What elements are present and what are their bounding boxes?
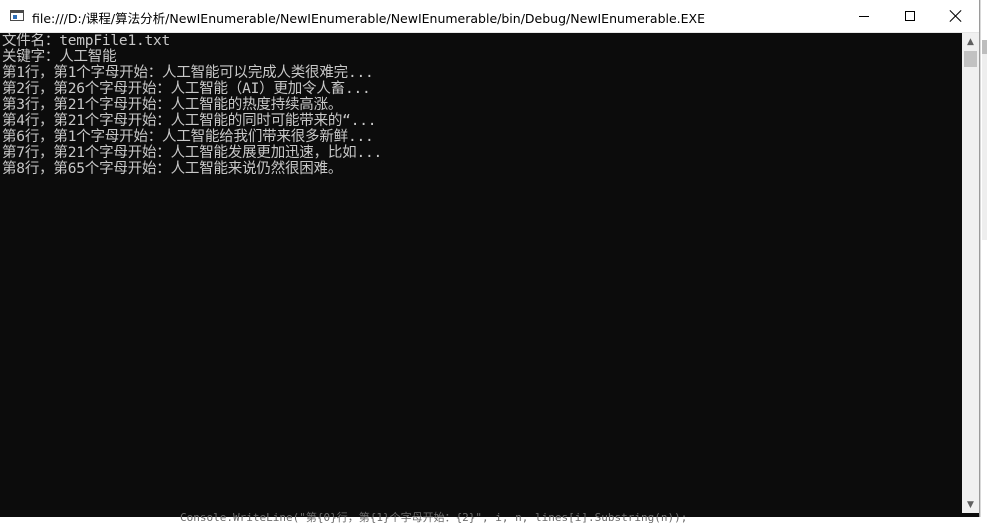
scroll-up-arrow-icon[interactable]: ▲ — [962, 33, 979, 50]
minimize-button[interactable] — [841, 0, 887, 32]
minimize-icon — [859, 15, 869, 17]
console-line-match: 第7行，第21个字母开始：人工智能发展更加迅速，比如... — [2, 145, 383, 161]
console-line-match: 第1行，第1个字母开始：人工智能可以完成人类很难完... — [2, 65, 374, 81]
console-output[interactable]: 文件名：tempFile1.txt 关键字：人工智能 第1行，第1个字母开始：人… — [2, 33, 962, 513]
scrollbar-thumb[interactable] — [964, 51, 977, 67]
console-line-keyword: 关键字：人工智能 — [2, 49, 117, 65]
console-line-match: 第2行，第26个字母开始：人工智能（AI）更加令人畜... — [2, 81, 371, 97]
close-button[interactable] — [933, 0, 979, 32]
console-line-match: 第4行，第21个字母开始：人工智能的同时可能带来的“... — [2, 113, 377, 129]
background-editor-code: Console.WriteLine("第{0}行，第{1}个字母开始：{2}",… — [180, 511, 688, 524]
maximize-icon — [905, 11, 915, 21]
scroll-down-arrow-icon[interactable]: ▼ — [962, 496, 979, 513]
console-window: file:///D:/课程/算法分析/NewIEnumerable/NewIEn… — [0, 0, 979, 517]
console-app-icon[interactable] — [10, 10, 24, 21]
background-editor-edge — [982, 40, 987, 240]
console-line-match: 第6行，第1个字母开始：人工智能给我们带来很多新鲜... — [2, 129, 374, 145]
window-title: file:///D:/课程/算法分析/NewIEnumerable/NewIEn… — [32, 11, 706, 26]
close-icon — [950, 10, 962, 22]
vertical-scrollbar[interactable]: ▲ ▼ — [962, 33, 979, 513]
console-line-filename: 文件名：tempFile1.txt — [2, 33, 171, 49]
console-line-match: 第8行，第65个字母开始：人工智能来说仍然很困难。 — [2, 161, 343, 177]
background-editor-scroll-thumb — [982, 40, 987, 54]
console-line-match: 第3行，第21个字母开始：人工智能的热度持续高涨。 — [2, 97, 343, 113]
title-bar[interactable]: file:///D:/课程/算法分析/NewIEnumerable/NewIEn… — [0, 0, 979, 33]
maximize-button[interactable] — [887, 0, 933, 32]
